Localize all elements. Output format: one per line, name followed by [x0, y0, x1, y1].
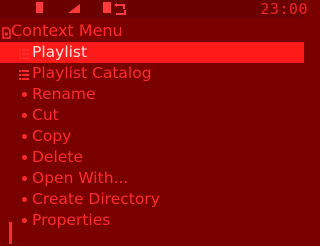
menu-title-row: Context Menu — [0, 21, 304, 41]
menu-title: Context Menu — [11, 21, 123, 40]
menu-item-playlist-catalog[interactable]: Playlist Catalog — [0, 63, 304, 84]
menu-item-properties[interactable]: Properties — [0, 210, 304, 231]
context-menu-list: Playlist Playlist Catalog Rename Cut Cop… — [0, 42, 304, 231]
player-screen: 23:00 Context Menu Playlist Playlist Cat… — [0, 0, 308, 246]
repeat-icon — [114, 1, 128, 15]
menu-item-delete[interactable]: Delete — [0, 147, 304, 168]
bullet-icon — [22, 92, 27, 97]
menu-item-label: Cut — [32, 106, 59, 124]
menu-item-copy[interactable]: Copy — [0, 126, 304, 147]
menu-item-label: Playlist — [32, 43, 88, 61]
bullet-icon — [22, 176, 27, 181]
menu-item-label: Properties — [32, 211, 111, 229]
signal-icon — [68, 4, 80, 13]
clock-time: 23:00 — [260, 0, 308, 18]
menu-item-cut[interactable]: Cut — [0, 105, 304, 126]
context-menu-icon — [2, 24, 11, 39]
menu-item-create-directory[interactable]: Create Directory — [0, 189, 304, 210]
menu-item-open-with[interactable]: Open With... — [0, 168, 304, 189]
menu-item-rename[interactable]: Rename — [0, 84, 304, 105]
menu-item-label: Create Directory — [32, 190, 160, 208]
menu-item-label: Copy — [32, 127, 72, 145]
battery-icon — [103, 2, 111, 13]
bullet-icon — [22, 197, 27, 202]
menu-item-playlist[interactable]: Playlist — [0, 42, 304, 63]
bullet-icon — [22, 218, 27, 223]
bullet-icon — [22, 134, 27, 139]
list-icon — [19, 67, 29, 80]
menu-item-label: Rename — [32, 85, 96, 103]
list-icon — [19, 46, 29, 59]
menu-item-label: Delete — [32, 148, 83, 166]
status-bar: 23:00 — [0, 0, 308, 18]
record-icon — [36, 2, 43, 13]
menu-item-label: Playlist Catalog — [32, 64, 152, 82]
bullet-icon — [22, 155, 27, 160]
bullet-icon — [22, 113, 27, 118]
menu-item-label: Open With... — [32, 169, 129, 187]
